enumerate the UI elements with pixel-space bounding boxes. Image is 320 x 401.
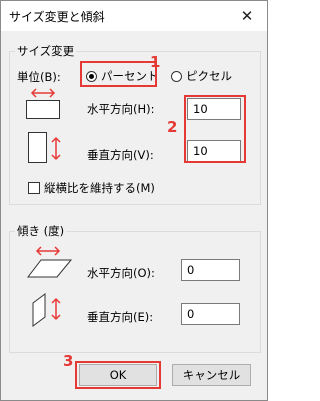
annotation-2: 2 (167, 118, 178, 136)
title-bar: サイズ変更と傾斜 ✕ (1, 1, 267, 31)
cancel-button[interactable]: キャンセル (172, 364, 251, 386)
resize-group-legend: サイズ変更 (15, 43, 77, 59)
highlight-resize-inputs (184, 95, 246, 163)
highlight-ok (75, 361, 161, 389)
keep-ratio-label: 縦横比を維持する(M) (44, 181, 155, 195)
radio-pixel-indicator[interactable] (171, 70, 182, 82)
resize-horizontal-label: 水平方向(H): (87, 102, 155, 116)
resize-skew-dialog: サイズ変更と傾斜 ✕ サイズ変更 単位(B): パーセント 1 ピクセル 水平方… (0, 0, 268, 401)
radio-pixel-label: ピクセル (186, 69, 232, 83)
resize-vertical-label: 垂直方向(V): (87, 148, 154, 162)
unit-label: 単位(B): (17, 70, 61, 84)
window-title: サイズ変更と傾斜 (9, 10, 105, 24)
skew-vertical-label: 垂直方向(E): (87, 310, 154, 324)
skew-horizontal-input[interactable]: 0 (181, 259, 240, 281)
horizontal-skew-icon (26, 245, 73, 281)
horizontal-resize-icon (23, 87, 63, 123)
skew-horizontal-label: 水平方向(O): (87, 266, 155, 280)
unit-radio-pixel[interactable]: ピクセル (171, 68, 232, 84)
highlight-percent (80, 61, 157, 87)
skew-group-legend: 傾き (度) (15, 223, 67, 239)
close-button[interactable]: ✕ (227, 1, 267, 31)
annotation-3: 3 (63, 352, 74, 370)
keep-ratio-checkbox[interactable]: 縦横比を維持する(M) (28, 180, 155, 196)
skew-vertical-input[interactable]: 0 (181, 303, 240, 325)
vertical-resize-icon (25, 129, 65, 167)
annotation-1: 1 (150, 53, 161, 71)
keep-ratio-box[interactable] (28, 182, 40, 194)
vertical-skew-icon (29, 291, 69, 329)
